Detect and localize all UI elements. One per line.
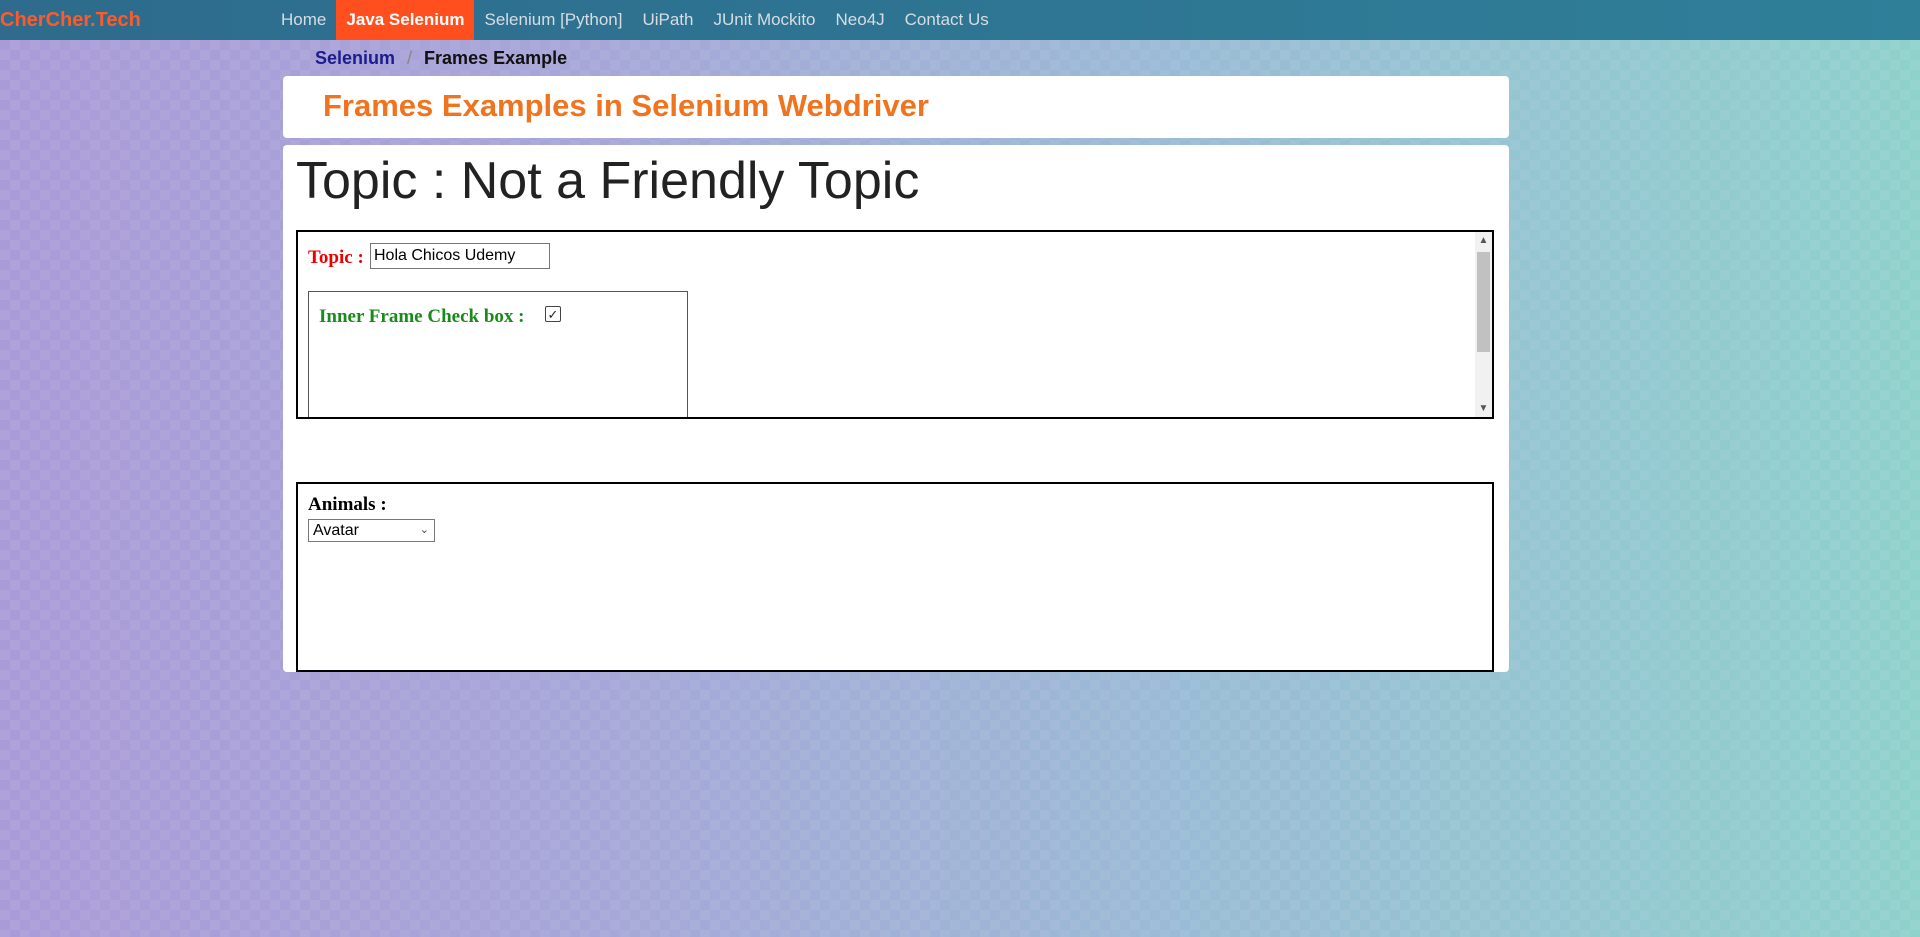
nav-item-neo4j[interactable]: Neo4J (826, 0, 895, 40)
breadcrumb-link-selenium[interactable]: Selenium (315, 48, 395, 69)
nav-item-junit-mockito[interactable]: JUnit Mockito (703, 0, 825, 40)
topic-input[interactable] (370, 243, 550, 269)
topic-heading: Topic : Not a Friendly Topic (296, 152, 920, 210)
nav-item-uipath[interactable]: UiPath (632, 0, 703, 40)
chevron-down-icon: ⌄ (419, 524, 429, 536)
page-header-card: Frames Examples in Selenium Webdriver (283, 76, 1509, 138)
page-title: Frames Examples in Selenium Webdriver (323, 88, 929, 123)
breadcrumb-current: Frames Example (424, 48, 568, 68)
nav-menu: Home Java Selenium Selenium [Python] UiP… (271, 0, 999, 40)
top-navbar: CherCher.Tech Home Java Selenium Seleniu… (0, 0, 1920, 40)
nav-item-home[interactable]: Home (271, 0, 336, 40)
breadcrumb: Selenium / Frames Example (315, 48, 567, 69)
nav-item-java-selenium[interactable]: Java Selenium (336, 0, 475, 40)
inner-frame-checkbox[interactable]: ✓ (545, 306, 561, 322)
nav-item-selenium-python[interactable]: Selenium [Python] (474, 0, 632, 40)
main-content-card: Topic : Not a Friendly Topic Topic : Inn… (283, 145, 1509, 672)
brand-logo[interactable]: CherCher.Tech (0, 0, 141, 40)
animals-select[interactable]: Avatar ⌄ (308, 519, 435, 542)
animals-select-value: Avatar (313, 522, 359, 539)
scroll-down-arrow-icon[interactable]: ▼ (1475, 400, 1492, 417)
nav-item-contact-us[interactable]: Contact Us (895, 0, 999, 40)
inner-frame: Inner Frame Check box : ✓ (308, 291, 688, 417)
animals-frame: Animals : Avatar ⌄ (296, 482, 1494, 672)
topic-label: Topic : (308, 247, 364, 268)
frame-scrollbar[interactable]: ▲ ▼ (1475, 232, 1492, 417)
topic-frame: Topic : Inner Frame Check box : ✓ ▲ ▼ (296, 230, 1494, 419)
scroll-up-arrow-icon[interactable]: ▲ (1475, 232, 1492, 249)
breadcrumb-separator: / (407, 48, 413, 68)
scrollbar-thumb[interactable] (1477, 252, 1490, 352)
inner-frame-checkbox-label: Inner Frame Check box : (319, 306, 525, 327)
animals-label: Animals : (308, 494, 387, 515)
